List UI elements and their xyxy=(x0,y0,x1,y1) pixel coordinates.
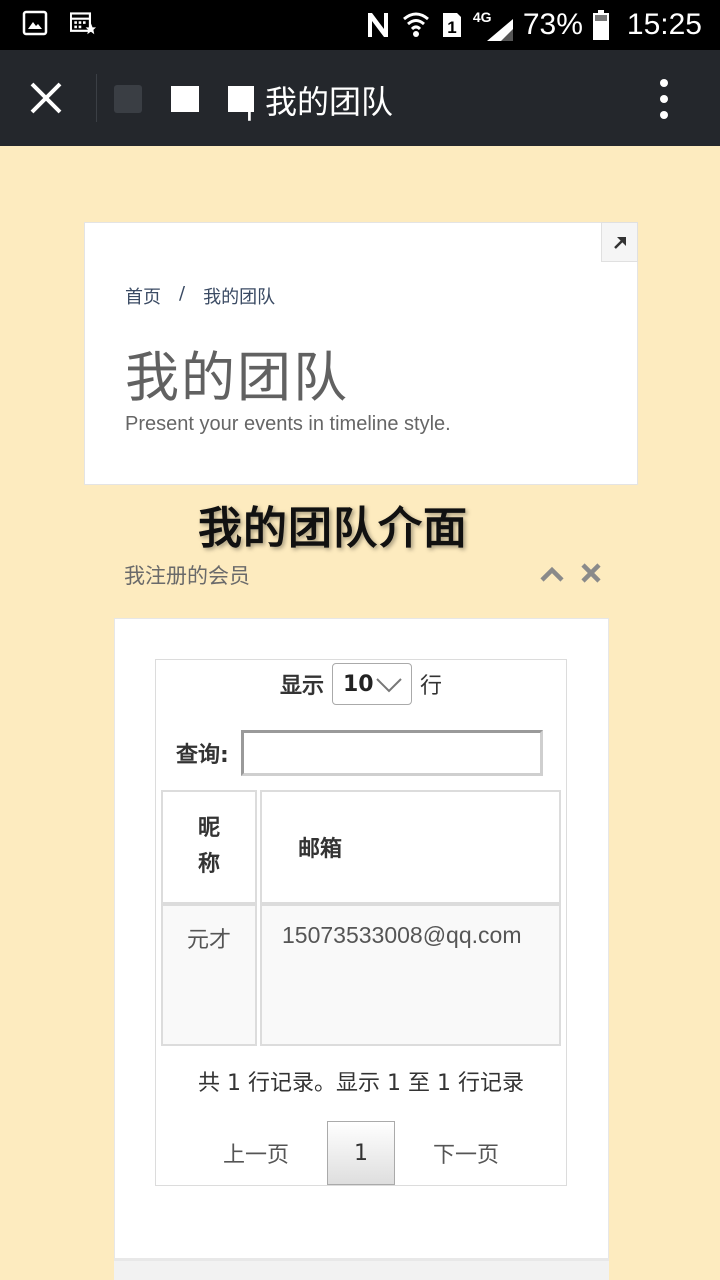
more-vert-icon[interactable] xyxy=(654,78,674,120)
clock: 15:25 xyxy=(626,8,702,41)
status-bar: 1 4G 73% 15:25 xyxy=(0,0,720,50)
section-title: 我注册的会员 xyxy=(124,564,250,588)
members-table-container: 显示 10 行 查询: 昵称 邮箱 元才 15073533008@qq.com … xyxy=(155,659,567,1186)
page-button-current[interactable]: 1 xyxy=(327,1121,395,1185)
chevron-up-icon[interactable] xyxy=(539,561,565,587)
page-header-card: 首页 / 我的团队 我的团队 Present your events in ti… xyxy=(84,222,638,485)
page-title: 我的团队 xyxy=(125,346,349,409)
table-info: 共 1 行记录。显示 1 至 1 行记录 xyxy=(198,1071,524,1096)
members-table: 昵称 邮箱 元才 15073533008@qq.com xyxy=(158,790,564,1046)
redacted-title-block xyxy=(171,86,199,112)
search-label: 查询: xyxy=(176,743,229,768)
page-length-select[interactable]: 10 xyxy=(332,663,412,705)
signal-icon: 4G xyxy=(473,9,513,41)
page-subtitle: Present your events in timeline style. xyxy=(125,413,451,435)
nfc-icon xyxy=(367,13,388,37)
breadcrumb: 首页 / 我的团队 xyxy=(125,283,275,309)
close-icon[interactable] xyxy=(579,561,603,585)
breadcrumb-separator: / xyxy=(179,283,186,304)
app-bar: | 我的团队 xyxy=(0,50,720,146)
site-favicon xyxy=(114,85,142,113)
close-icon[interactable] xyxy=(26,78,66,118)
svg-text:1: 1 xyxy=(447,18,456,37)
calendar-notification-icon xyxy=(70,12,96,35)
table-header-row: 昵称 邮箱 xyxy=(161,790,561,904)
column-header-email[interactable]: 邮箱 xyxy=(260,790,561,904)
table-row: 元才 15073533008@qq.com xyxy=(161,904,561,1046)
page-length-control: 显示 10 行 xyxy=(156,660,566,708)
sim1-icon: 1 xyxy=(442,13,461,37)
app-bar-title: | 我的团队 xyxy=(244,83,393,121)
breadcrumb-home[interactable]: 首页 xyxy=(125,283,161,309)
app-bar-divider xyxy=(96,74,97,122)
cell-email: 15073533008@qq.com xyxy=(260,904,561,1046)
expand-button[interactable] xyxy=(601,222,638,262)
pagination: 上一页 1 下一页 xyxy=(156,1120,566,1186)
arrow-up-right-icon xyxy=(614,237,626,249)
battery-icon xyxy=(592,10,609,40)
length-suffix: 行 xyxy=(420,674,443,699)
image-notification-icon xyxy=(22,10,48,36)
previous-page-button[interactable]: 上一页 xyxy=(223,1137,289,1169)
page-length-value: 10 xyxy=(343,671,374,697)
search-input[interactable] xyxy=(240,730,543,776)
column-header-nickname[interactable]: 昵称 xyxy=(161,790,257,904)
cell-nickname: 元才 xyxy=(161,904,257,1046)
chevron-down-icon xyxy=(376,678,402,693)
breadcrumb-current: 我的团队 xyxy=(203,287,276,308)
search-control: 查询: xyxy=(176,730,543,776)
next-page-button[interactable]: 下一页 xyxy=(433,1137,499,1169)
length-prefix: 显示 xyxy=(279,674,324,699)
wifi-icon xyxy=(402,12,429,37)
battery-percent: 73% xyxy=(522,8,583,41)
overlay-caption: 我的团队介面 xyxy=(198,503,468,554)
content-card-footer xyxy=(114,1258,609,1280)
